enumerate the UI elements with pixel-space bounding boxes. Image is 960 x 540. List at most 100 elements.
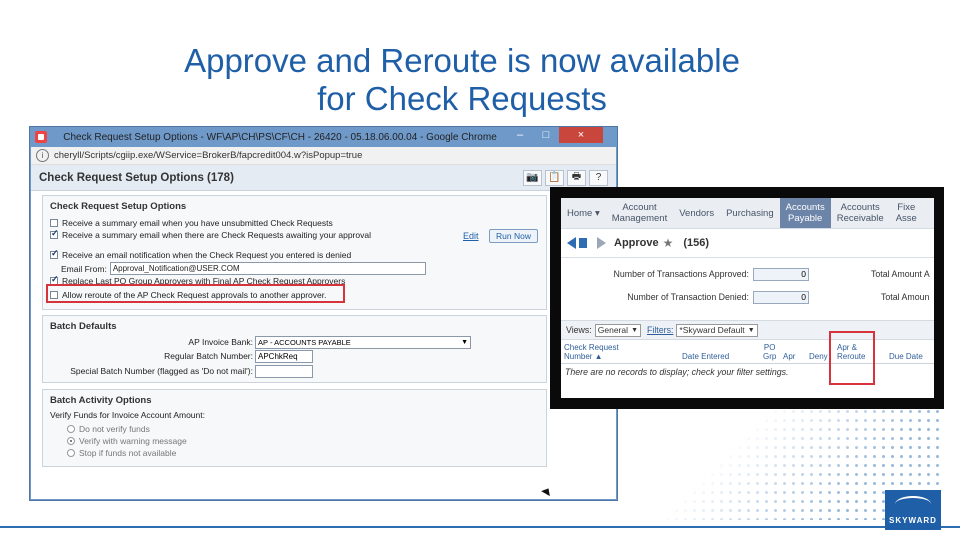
reroute-highlight-box (46, 284, 345, 303)
menu-accounts-receivable-label: Accounts Receivable (836, 202, 884, 224)
empty-grid-message: There are no records to display; check y… (565, 367, 789, 377)
invoice-bank-label: AP Invoice Bank: (188, 337, 253, 347)
filters-select[interactable]: *Skyward Default (676, 323, 758, 337)
edit-link[interactable]: Edit (463, 231, 479, 241)
camera-icon[interactable]: 📷 (523, 169, 542, 186)
menu-account-management-label: Account Management (611, 202, 668, 224)
denied-count-label: Number of Transaction Denied: (627, 292, 749, 302)
col-due-date[interactable]: Due Date (889, 352, 923, 361)
verify-none-radio[interactable] (67, 425, 75, 433)
menu-accounts-receivable[interactable]: Accounts Receivable (831, 198, 890, 228)
total-amount-denied-label: Total Amoun (881, 292, 930, 302)
bottom-divider (0, 526, 960, 528)
approve-title-bar: Approve ★ (156) (561, 229, 934, 258)
header-toolbar: 📷 📋 🖶 ? (523, 169, 608, 186)
opt-unsubmitted-row: Receive a summary email when you have un… (50, 218, 333, 228)
col-approve[interactable]: Apr (783, 352, 795, 361)
batch-activity-panel: Batch Activity Options Verify Funds for … (42, 389, 547, 467)
filters-label[interactable]: Filters: (647, 325, 673, 335)
window-titlebar: Check Request Setup Options - WF\AP\CH\P… (30, 127, 617, 147)
invoice-bank-select[interactable]: AP - ACCOUNTS PAYABLE (255, 336, 471, 349)
close-button[interactable]: × (559, 127, 603, 143)
col-date-entered[interactable]: Date Entered (682, 352, 729, 361)
help-icon[interactable]: ? (589, 169, 608, 186)
approve-screen-frame: Home ▾ Account Management Vendors Purchas… (550, 187, 944, 409)
slide-title-line-1: Approve and Reroute is now available (184, 42, 740, 79)
slide-title-line-2: for Check Requests (317, 80, 607, 117)
main-menu-bar: Home ▾ Account Management Vendors Purchas… (561, 198, 934, 229)
maximize-button[interactable]: □ (533, 127, 559, 143)
skyward-logo: SKYWARD (885, 490, 941, 530)
slide-title: Approve and Reroute is now available for… (0, 42, 924, 118)
verify-funds-label: Verify Funds for Invoice Account Amount: (50, 410, 205, 420)
window-title: Check Request Setup Options - WF\AP\CH\P… (63, 131, 497, 143)
menu-purchasing[interactable]: Purchasing (720, 198, 780, 228)
verify-stop-label: Stop if funds not available (79, 448, 177, 458)
approve-title: Approve (614, 237, 659, 249)
address-url[interactable]: cheryll/Scripts/cgiip.exe/WService=Broke… (54, 150, 362, 161)
verify-warn-row: Verify with warning message (67, 436, 187, 446)
col-check-request[interactable]: Check Request Number ▲ (564, 343, 619, 361)
special-batch-label: Special Batch Number (flagged as 'Do not… (70, 366, 253, 376)
forward-arrow-icon[interactable] (597, 237, 606, 249)
menu-home-label: Home (567, 207, 593, 219)
col-deny[interactable]: Deny (809, 352, 828, 361)
page-title: Check Request Setup Options (178) (39, 171, 234, 184)
print-icon[interactable]: 🖶 (567, 169, 586, 186)
opt-denied-label: Receive an email notification when the C… (62, 250, 352, 260)
setup-options-heading: Check Request Setup Options (50, 201, 187, 212)
history-dropdown-icon[interactable] (579, 238, 587, 248)
batch-defaults-panel: Batch Defaults AP Invoice Bank: AP - ACC… (42, 315, 547, 383)
logo-text: SKYWARD (889, 516, 937, 525)
regular-batch-label: Regular Batch Number: (164, 351, 253, 361)
approve-screen: Home ▾ Account Management Vendors Purchas… (561, 198, 934, 398)
opt-awaiting-label: Receive a summary email when there are C… (62, 230, 371, 240)
batch-activity-heading: Batch Activity Options (50, 395, 152, 406)
approved-count-label: Number of Transactions Approved: (613, 269, 749, 279)
window-controls: – □ × (507, 127, 603, 145)
email-from-input[interactable]: Approval_Notification@USER.COM (109, 262, 426, 275)
menu-vendors[interactable]: Vendors (673, 198, 720, 228)
notes-icon[interactable]: 📋 (545, 169, 564, 186)
verify-none-row: Do not verify funds (67, 424, 150, 434)
opt-unsubmitted-label: Receive a summary email when you have un… (62, 218, 333, 228)
opt-unsubmitted-checkbox[interactable] (50, 219, 58, 227)
address-bar[interactable]: i cheryll/Scripts/cgiip.exe/WService=Bro… (31, 147, 616, 165)
verify-warn-radio[interactable] (67, 437, 75, 445)
back-arrow-icon[interactable] (567, 237, 576, 249)
run-now-button[interactable]: Run Now (489, 229, 538, 243)
verify-none-label: Do not verify funds (79, 424, 150, 434)
total-amount-approved-label: Total Amount A (871, 269, 930, 279)
approved-count-field: 0 (753, 268, 809, 281)
views-filters-bar: Views: General Filters: *Skyward Default (561, 320, 934, 340)
regular-batch-input[interactable]: APChkReq (255, 350, 313, 363)
special-batch-input[interactable] (255, 365, 313, 378)
menu-home[interactable]: Home ▾ (561, 198, 606, 228)
minimize-button[interactable]: – (507, 127, 533, 143)
menu-fixed-assets[interactable]: Fixe Asse (890, 198, 923, 228)
batch-defaults-heading: Batch Defaults (50, 321, 117, 332)
chrome-popup-window: Check Request Setup Options - WF\AP\CH\P… (29, 126, 618, 501)
menu-accounts-payable-label: Accounts Payable (785, 202, 825, 224)
email-from-label: Email From: (61, 263, 107, 274)
grid-header: Check Request Number ▲ Date Entered PO Grp… (561, 341, 934, 364)
opt-awaiting-checkbox[interactable] (50, 228, 59, 239)
approve-count: (156) (683, 237, 710, 249)
opt-denied-checkbox[interactable] (50, 248, 59, 259)
menu-fixed-assets-label: Fixe Asse (895, 202, 917, 224)
col-po-group[interactable]: PO Grp (763, 343, 776, 361)
email-from-row: Email From: Approval_Notification@USER.C… (61, 262, 426, 275)
views-label: Views: (566, 325, 592, 335)
menu-account-management[interactable]: Account Management (606, 198, 673, 228)
views-select[interactable]: General (594, 323, 642, 337)
favorite-star-icon[interactable]: ★ (663, 236, 674, 250)
setup-options-panel: Check Request Setup Options Receive a su… (42, 195, 547, 310)
info-icon[interactable]: i (36, 149, 49, 162)
reroute-column-highlight-box (829, 331, 875, 385)
verify-warn-label: Verify with warning message (79, 436, 187, 446)
page-content: Check Request Setup Options (178) 📷 📋 🖶 … (31, 165, 616, 499)
menu-accounts-payable[interactable]: Accounts Payable (779, 198, 831, 228)
verify-stop-radio[interactable] (67, 449, 75, 457)
page-header: Check Request Setup Options (178) 📷 📋 🖶 … (31, 165, 616, 191)
denied-count-field: 0 (753, 291, 809, 304)
